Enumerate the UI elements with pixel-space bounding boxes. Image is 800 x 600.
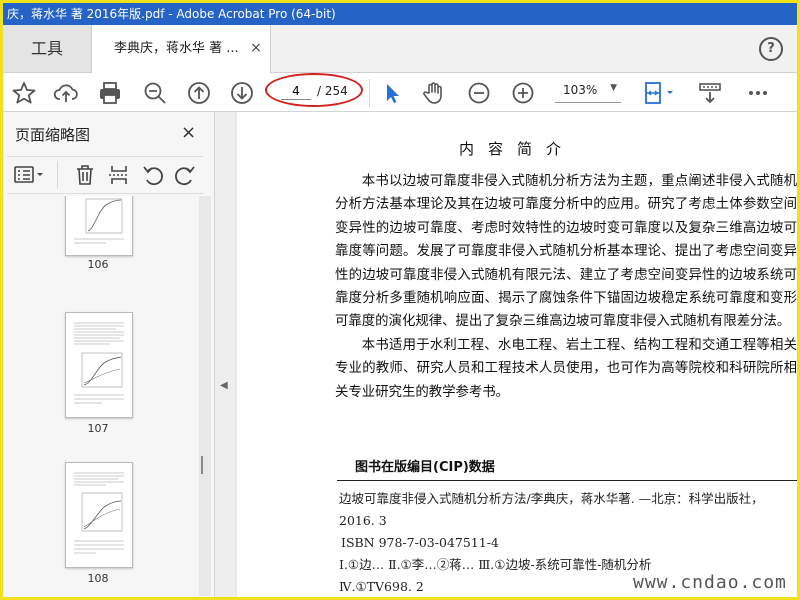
thumbnail-toolbar [7,156,203,194]
watermark-text: www.cndao.com [633,572,787,593]
highlight-ellipse [265,73,363,107]
upload-cloud-icon[interactable] [53,80,79,106]
page-up-icon[interactable] [186,80,212,106]
cip-heading: 图书在版编目(CIP)数据 [355,460,495,475]
thumbnail-label: 107 [87,422,109,435]
paragraph: 本书适用于水利工程、水电工程、岩土工程、结构工程和交通工程等相关专业的教师、研究… [335,337,797,400]
window-title: 庆，蒋水华 著 2016年版.pdf - Adobe Acrobat Pro (… [7,7,336,21]
zoom-value: 103% [563,83,598,97]
pdf-page: 内容简介 本书以边坡可靠度非侵入式随机分析方法为主题，重点阐述非侵入式随机分析方… [237,112,797,597]
hand-icon[interactable] [421,80,447,106]
page-thumbnail[interactable] [65,462,133,568]
scrollbar-thumb[interactable] [201,456,203,474]
page-down-icon[interactable] [229,80,255,106]
summary-text: 本书以边坡可靠度非侵入式随机分析方法为主题，重点阐述非侵入式随机分析方法基本理论… [335,170,797,404]
sidebar-scrollbar[interactable] [199,196,211,596]
window-titlebar: 庆，蒋水华 著 2016年版.pdf - Adobe Acrobat Pro (… [3,3,797,25]
more-icon[interactable] [745,80,771,106]
close-icon[interactable]: × [248,40,264,56]
tab-tools[interactable]: 工具 [3,25,91,72]
zoom-minus-icon[interactable] [466,80,492,106]
panel-resize-handle[interactable]: ◀ [215,112,235,597]
chevron-down-icon: ▼ [610,83,617,93]
options-menu-icon[interactable] [13,163,47,187]
toolbar-divider [369,79,370,107]
zoom-plus-icon[interactable] [510,80,536,106]
divider-line [337,480,797,481]
thumbnail-label: 106 [87,258,109,271]
page-thumbnail[interactable] [65,312,133,418]
tab-document-label: 李典庆，蒋水华 著 ... [114,41,239,56]
cip-line: ISBN 978-7-03-047511-4 [341,535,499,550]
trash-icon[interactable] [73,163,97,187]
main-toolbar: / 254 103% ▼ [3,73,797,112]
page-thumbnail[interactable] [65,196,133,256]
scroll-mode-icon[interactable] [697,80,723,106]
cip-line: 边坡可靠度非侵入式随机分析方法/李典庆，蒋水华著. —北京：科学出版社，2016… [339,491,764,528]
panel-title: 页面缩略图 [15,126,91,144]
toolbar-divider [57,161,58,189]
thumbnails-panel: 页面缩略图 × 106 107 108 [3,112,215,597]
help-icon[interactable]: ? [759,37,783,61]
zoom-out-magnifier-icon[interactable] [142,80,168,106]
tab-bar: 工具 李典庆，蒋水华 著 ... × ? [3,25,797,73]
extract-page-icon[interactable] [107,163,131,187]
page-heading: 内容简介 [458,140,575,158]
fit-page-icon[interactable] [643,80,677,106]
app-window: 庆，蒋水华 著 2016年版.pdf - Adobe Acrobat Pro (… [0,0,800,600]
thumbnail-list: 106 107 108 [3,196,199,596]
thumbnail-label: 108 [87,572,109,585]
paragraph: 本书以边坡可靠度非侵入式随机分析方法为主题，重点阐述非侵入式随机分析方法基本理论… [335,174,797,330]
document-viewport[interactable]: 内容简介 本书以边坡可靠度非侵入式随机分析方法为主题，重点阐述非侵入式随机分析方… [235,112,797,597]
zoom-select[interactable]: 103% ▼ [555,82,621,103]
bookmark-star-icon[interactable] [11,80,37,106]
rotate-right-icon[interactable] [173,163,197,187]
print-icon[interactable] [97,80,123,106]
select-cursor-icon[interactable] [379,80,405,106]
close-icon[interactable]: × [181,122,196,143]
rotate-left-icon[interactable] [141,163,165,187]
tab-document[interactable]: 李典庆，蒋水华 著 ... × [91,25,271,73]
collapse-left-icon[interactable]: ◀ [220,380,228,391]
